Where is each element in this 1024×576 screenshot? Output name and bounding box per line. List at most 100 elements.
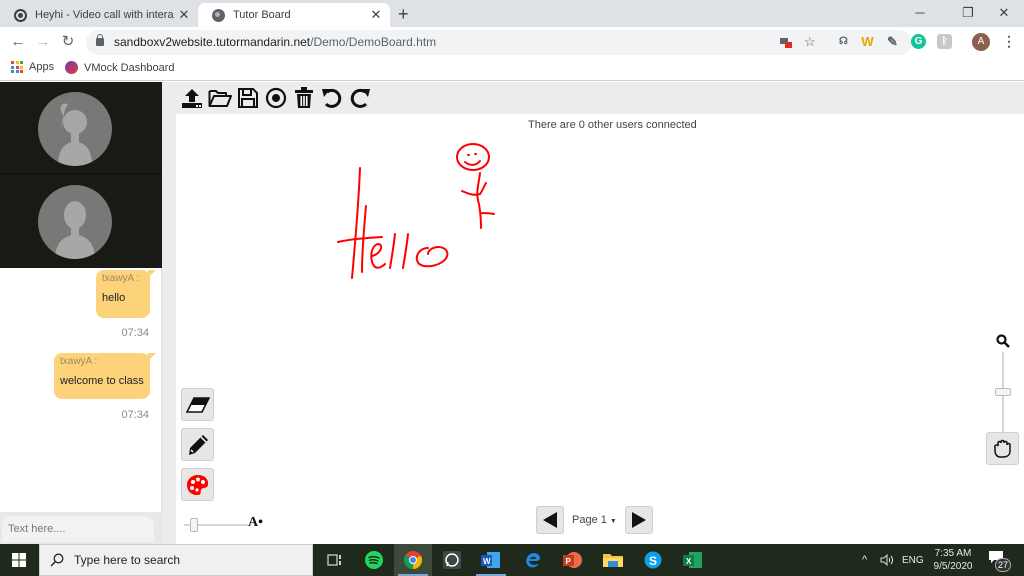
stroke-l2 [402, 233, 409, 269]
male-avatar-icon [38, 185, 112, 259]
tab-title: Heyhi - Video call with interactive [35, 9, 174, 21]
close-tab-icon[interactable]: ✕ [366, 7, 386, 23]
extension-gray-icon[interactable]: ᚱ [937, 34, 952, 49]
drawing-canvas[interactable]: There are 0 other users connected A• Pag… [176, 114, 1024, 544]
whatsapp-icon [443, 551, 461, 569]
stroke-legs [477, 199, 495, 229]
hand-icon [993, 439, 1011, 458]
record-icon [14, 8, 27, 22]
new-tab-button[interactable]: + [398, 4, 409, 25]
pencil-tool[interactable] [181, 428, 214, 461]
windows-logo-icon [12, 553, 26, 567]
whatsapp-app[interactable] [433, 544, 471, 576]
w-extension-icon[interactable]: W [860, 34, 875, 49]
folder-icon [603, 554, 623, 567]
message-time: 07:34 [121, 327, 149, 339]
zoom-slider[interactable] [995, 352, 1011, 432]
board-toolbar [180, 86, 372, 110]
save-icon [238, 88, 258, 108]
bookmark-vmock[interactable]: VMock Dashboard [65, 61, 175, 74]
bookmark-apps[interactable]: Apps [11, 61, 54, 73]
powerpoint-icon: P [563, 552, 582, 568]
lock-icon [96, 34, 104, 46]
zoom-icon[interactable] [996, 334, 1010, 353]
pencil-icon [188, 434, 208, 455]
previous-page-button[interactable] [536, 506, 564, 534]
powerpoint-app[interactable]: P [554, 544, 592, 576]
profile-avatar[interactable]: A [972, 33, 990, 51]
next-page-button[interactable] [624, 506, 653, 534]
taskbar-search[interactable]: Type here to search [39, 544, 313, 576]
eraser-tool[interactable] [181, 388, 214, 421]
bookmarks-bar: Apps VMock Dashboard [0, 58, 1024, 81]
volume-icon[interactable] [880, 544, 894, 576]
excel-app[interactable]: X [674, 544, 712, 576]
redo-button[interactable] [348, 86, 372, 110]
triangle-right-icon [631, 512, 646, 528]
minimize-button[interactable]: ─ [900, 2, 940, 24]
spotify-icon [365, 551, 383, 569]
close-tab-icon[interactable]: ✕ [174, 7, 194, 23]
chrome-app[interactable] [394, 544, 432, 576]
svg-text:W: W [483, 557, 491, 566]
skype-icon: S [644, 551, 662, 569]
page-select[interactable]: Page 1 ▼ [572, 514, 617, 526]
undo-button[interactable] [320, 86, 344, 110]
forward-button[interactable]: → [33, 32, 53, 52]
video-tile-tutor [0, 82, 162, 174]
redo-icon [350, 88, 370, 108]
apps-grid-icon [11, 61, 23, 73]
close-window-button[interactable]: ✕ [984, 2, 1024, 24]
stroke-head [456, 143, 490, 171]
clock-time: 7:35 AM [934, 548, 972, 559]
brush-size-slider[interactable] [184, 518, 248, 532]
open-folder-icon [208, 90, 232, 107]
stroke-smile [464, 160, 481, 166]
slider-thumb[interactable] [995, 388, 1011, 396]
back-button[interactable]: ← [8, 32, 28, 52]
address-bar[interactable]: sandboxv2website.tutormandarin.net/Demo/… [86, 30, 912, 55]
skype-app[interactable]: S [634, 544, 672, 576]
record-button[interactable] [264, 86, 288, 110]
edge-app[interactable] [514, 544, 552, 576]
stroke-h-cross [337, 236, 383, 243]
spotify-app[interactable] [355, 544, 393, 576]
upload-icon [182, 89, 202, 108]
grammarly-icon[interactable]: G [911, 34, 926, 49]
language-indicator[interactable]: ENG [902, 544, 924, 576]
task-view-button[interactable] [316, 544, 354, 576]
windows-taskbar: Type here to search W P S X ^ ENG 7:35 A… [0, 544, 1024, 576]
clear-button[interactable] [292, 86, 316, 110]
upload-button[interactable] [180, 86, 204, 110]
message-text: hello [102, 292, 126, 304]
reload-button[interactable]: ↻ [58, 32, 78, 52]
start-button[interactable] [0, 544, 38, 576]
file-explorer-app[interactable] [594, 544, 632, 576]
color-palette-tool[interactable] [181, 468, 214, 501]
action-center-button[interactable]: 27 [988, 550, 1011, 572]
system-clock[interactable]: 7:35 AM 9/5/2020 [925, 547, 981, 573]
stroke-h-left [351, 167, 361, 279]
message-sender: txawyA : [60, 356, 98, 367]
bookmark-star-icon[interactable]: ☆ [804, 34, 816, 50]
restore-button[interactable]: ❐ [948, 2, 988, 24]
open-button[interactable] [208, 86, 232, 110]
word-icon: W [481, 552, 500, 568]
chat-input-area [0, 512, 162, 544]
tab-heyhi[interactable]: Heyhi - Video call with interactive ✕ [0, 3, 198, 27]
slider-thumb[interactable] [190, 518, 198, 532]
save-button[interactable] [236, 86, 260, 110]
pan-tool[interactable] [986, 432, 1019, 465]
word-app[interactable]: W [472, 544, 510, 576]
tab-tutor-board[interactable]: Tutor Board ✕ [198, 3, 390, 27]
task-view-icon [327, 554, 341, 566]
trash-icon [295, 87, 313, 108]
edit-extension-icon[interactable]: ✎ [885, 34, 900, 49]
extension-icon[interactable]: ☊ [836, 34, 851, 49]
vmock-icon [65, 61, 78, 74]
chat-input[interactable] [2, 516, 154, 542]
stroke-o [415, 246, 449, 268]
camera-blocked-icon[interactable] [780, 36, 792, 51]
browser-menu-icon[interactable]: ⋮ [1002, 33, 1016, 50]
show-hidden-icons[interactable]: ^ [862, 544, 867, 576]
